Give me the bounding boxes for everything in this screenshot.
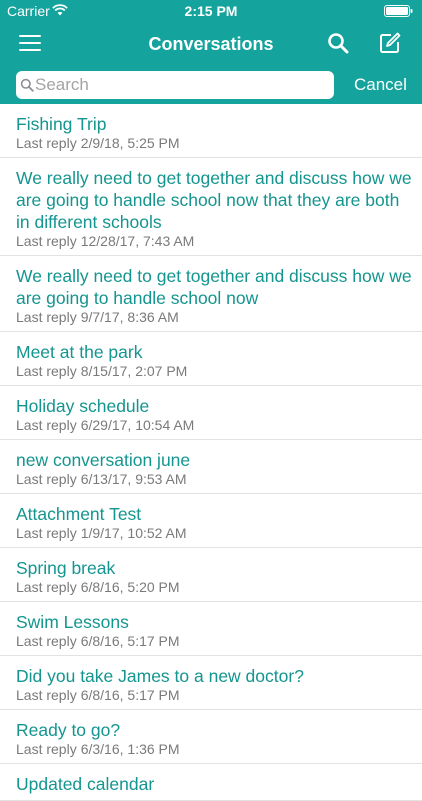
- conversation-list: Fishing Trip Last reply 2/9/18, 5:25 PM W…: [0, 104, 422, 801]
- conversation-title: Holiday schedule: [16, 396, 150, 416]
- list-item[interactable]: new conversation june Last reply 6/13/17,…: [0, 440, 422, 494]
- reply-label: Last reply: [16, 363, 77, 379]
- reply-label: Last reply: [16, 471, 77, 487]
- search-icon[interactable]: [327, 32, 349, 54]
- conversation-title: Did you take James to a new doctor?: [16, 666, 304, 686]
- conversation-title: Meet at the park: [16, 342, 143, 362]
- reply-time: 6/3/16, 1:36 PM: [80, 741, 180, 757]
- list-item[interactable]: Attachment Test Last reply 1/9/17, 10:52 …: [0, 494, 422, 548]
- list-item[interactable]: Fishing Trip Last reply 2/9/18, 5:25 PM: [0, 104, 422, 158]
- conversation-meta: Last reply 6/8/16, 5:17 PM: [16, 687, 414, 704]
- reply-label: Last reply: [16, 579, 77, 595]
- list-item[interactable]: Meet at the park Last reply 8/15/17, 2:07…: [0, 332, 422, 386]
- search-input[interactable]: [35, 72, 325, 98]
- conversation-title: Attachment Test: [16, 504, 142, 524]
- reply-label: Last reply: [16, 417, 77, 433]
- conversation-meta: Last reply 1/9/17, 10:52 AM: [16, 525, 414, 542]
- reply-label: Last reply: [16, 309, 77, 325]
- magnifier-icon: [20, 78, 34, 92]
- conversation-meta: Last reply 6/29/17, 10:54 AM: [16, 417, 414, 434]
- reply-label: Last reply: [16, 633, 77, 649]
- list-item[interactable]: We really need to get together and discu…: [0, 256, 422, 332]
- reply-time: 6/29/17, 10:54 AM: [80, 417, 195, 433]
- conversation-meta: Last reply 2/9/18, 5:25 PM: [16, 135, 414, 152]
- conversation-title: new conversation june: [16, 450, 191, 470]
- conversation-title: Updated calendar: [16, 774, 155, 794]
- reply-label: Last reply: [16, 135, 77, 151]
- nav-bar: Conversations: [0, 22, 422, 66]
- conversation-meta: Last reply 9/7/17, 8:36 AM: [16, 309, 414, 326]
- reply-time: 2/9/18, 5:25 PM: [80, 135, 180, 151]
- reply-time: 8/15/17, 2:07 PM: [80, 363, 188, 379]
- search-field[interactable]: [16, 71, 334, 99]
- reply-time: 9/7/17, 8:36 AM: [80, 309, 179, 325]
- status-time: 2:15 PM: [184, 3, 238, 19]
- conversation-title: Spring break: [16, 558, 116, 578]
- reply-time: 6/8/16, 5:17 PM: [80, 633, 180, 649]
- list-item[interactable]: Updated calendar: [0, 764, 422, 801]
- reply-label: Last reply: [16, 233, 77, 249]
- reply-time: 6/13/17, 9:53 AM: [80, 471, 187, 487]
- compose-icon[interactable]: [378, 31, 402, 55]
- reply-time: 1/9/17, 10:52 AM: [80, 525, 187, 541]
- reply-time: 6/8/16, 5:20 PM: [80, 579, 180, 595]
- conversation-meta: Last reply 6/8/16, 5:20 PM: [16, 579, 414, 596]
- conversation-title: Ready to go?: [16, 720, 121, 740]
- list-item[interactable]: Ready to go? Last reply 6/3/16, 1:36 PM: [0, 710, 422, 764]
- list-item[interactable]: We really need to get together and discu…: [0, 158, 422, 256]
- reply-label: Last reply: [16, 687, 77, 703]
- list-item[interactable]: Spring break Last reply 6/8/16, 5:20 PM: [0, 548, 422, 602]
- conversation-meta: Last reply 6/13/17, 9:53 AM: [16, 471, 414, 488]
- list-item[interactable]: Holiday schedule Last reply 6/29/17, 10:5…: [0, 386, 422, 440]
- search-bar: Cancel: [0, 66, 422, 104]
- conversation-title: We really need to get together and discu…: [16, 168, 412, 232]
- battery-icon: [384, 5, 413, 17]
- page-title: Conversations: [148, 34, 274, 54]
- reply-time: 6/8/16, 5:17 PM: [80, 687, 180, 703]
- reply-label: Last reply: [16, 741, 77, 757]
- conversation-title: We really need to get together and discu…: [16, 266, 412, 308]
- cancel-button[interactable]: Cancel: [354, 75, 407, 95]
- list-item[interactable]: Did you take James to a new doctor? Last…: [0, 656, 422, 710]
- list-item[interactable]: Swim Lessons Last reply 6/8/16, 5:17 PM: [0, 602, 422, 656]
- status-bar: Carrier 2:15 PM: [0, 0, 422, 22]
- conversation-meta: Last reply 6/8/16, 5:17 PM: [16, 633, 414, 650]
- conversation-meta: Last reply 8/15/17, 2:07 PM: [16, 363, 414, 380]
- conversation-title: Fishing Trip: [16, 114, 107, 134]
- reply-time: 12/28/17, 7:43 AM: [80, 233, 195, 249]
- conversation-meta: Last reply 12/28/17, 7:43 AM: [16, 233, 414, 250]
- reply-label: Last reply: [16, 525, 77, 541]
- conversation-title: Swim Lessons: [16, 612, 129, 632]
